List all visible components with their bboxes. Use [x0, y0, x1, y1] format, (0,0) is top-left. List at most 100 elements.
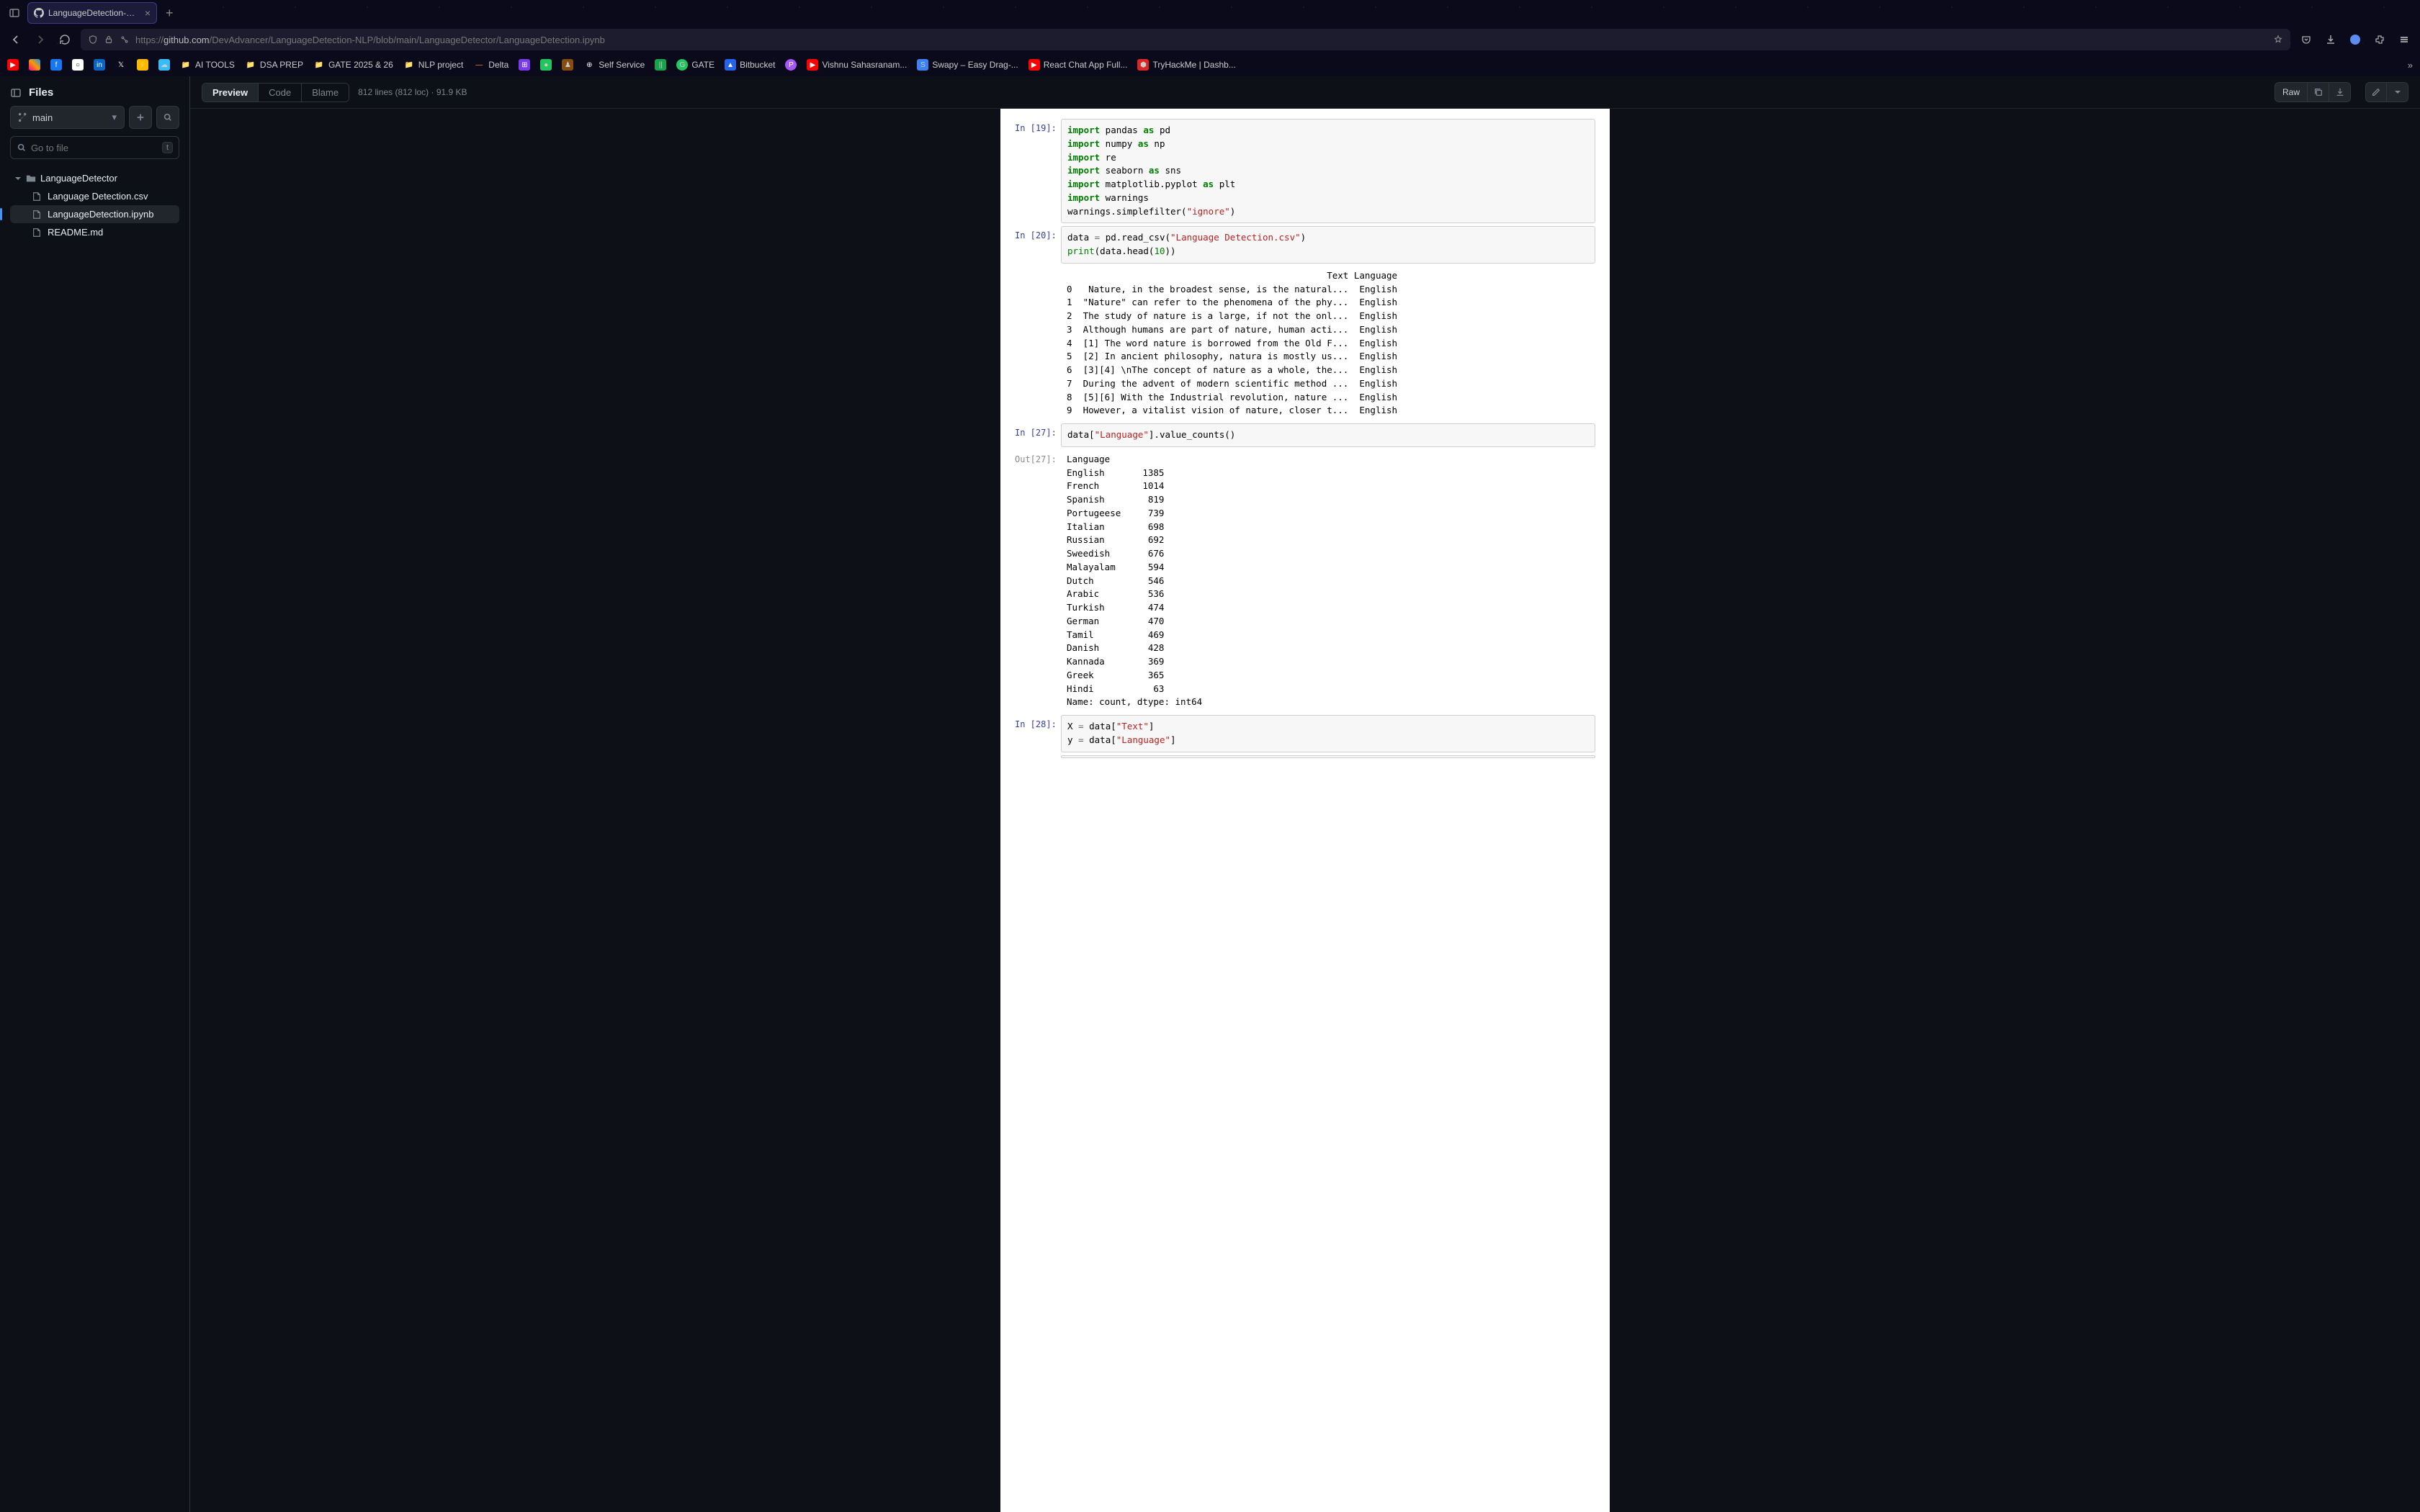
- more-actions-button[interactable]: [2387, 82, 2408, 102]
- account-icon[interactable]: [2347, 31, 2364, 48]
- file-name: README.md: [48, 227, 103, 238]
- bookmark-item[interactable]: ⊞: [519, 59, 530, 71]
- tree-file-active[interactable]: LanguageDetection.ipynb: [10, 205, 179, 223]
- forward-button[interactable]: [32, 31, 49, 48]
- bookmark-item[interactable]: P: [785, 59, 797, 71]
- bookmark-item[interactable]: ▲Bitbucket: [725, 59, 775, 71]
- tree-file[interactable]: README.md: [10, 223, 179, 241]
- new-tab-button[interactable]: +: [161, 6, 178, 21]
- bookmark-item[interactable]: ●: [540, 59, 552, 71]
- bookmark-folder[interactable]: 📁NLP project: [403, 59, 463, 71]
- raw-group: Raw: [2275, 82, 2351, 102]
- permissions-icon: [120, 35, 130, 45]
- page-content: Files main ▾ t LanguageDetector: [0, 76, 2420, 1512]
- files-sidebar: Files main ▾ t LanguageDetector: [0, 76, 190, 1512]
- file-view: Preview Code Blame 812 lines (812 loc) ·…: [190, 76, 2420, 1512]
- browser-tab-active[interactable]: LanguageDetection-NLP/Langu… ×: [27, 2, 157, 24]
- bookmark-item[interactable]: ○: [72, 59, 84, 71]
- view-toggle: Preview Code Blame: [202, 83, 349, 102]
- add-file-button[interactable]: [129, 106, 152, 129]
- file-icon: [32, 228, 42, 238]
- raw-button[interactable]: Raw: [2275, 82, 2308, 102]
- code-input: import pandas as pd import numpy as np i…: [1061, 119, 1595, 223]
- panel-icon[interactable]: [10, 87, 22, 99]
- bookmark-item[interactable]: [29, 59, 40, 71]
- menu-icon[interactable]: [2396, 31, 2413, 48]
- code-cell: In [19]: import pandas as pd import nump…: [1015, 119, 1595, 223]
- branch-icon: [18, 112, 28, 122]
- edit-button[interactable]: [2365, 82, 2387, 102]
- code-cell: In [28]: X = data["Text"] y = data["Lang…: [1015, 715, 1595, 752]
- tree-file[interactable]: Language Detection.csv: [10, 187, 179, 205]
- bookmark-item[interactable]: SSwapy – Easy Drag-...: [917, 59, 1018, 71]
- bookmark-folder[interactable]: 📁GATE 2025 & 26: [313, 59, 393, 71]
- file-tree: LanguageDetector Language Detection.csv …: [10, 169, 179, 241]
- file-search[interactable]: t: [10, 136, 179, 159]
- url-bar[interactable]: https://github.com/DevAdvancer/LanguageD…: [81, 29, 2290, 50]
- bookmark-item[interactable]: ⬢TryHackMe | Dashb...: [1137, 59, 1235, 71]
- output-cell: Out[27]: Language English 1385 French 10…: [1015, 450, 1595, 712]
- bookmark-item[interactable]: ▶Vishnu Sahasranam...: [807, 59, 907, 71]
- folder-name: LanguageDetector: [40, 173, 117, 184]
- bookmark-item[interactable]: ☁: [158, 59, 170, 71]
- bookmark-item[interactable]: ||: [655, 59, 666, 71]
- back-button[interactable]: [7, 31, 24, 48]
- search-button[interactable]: [156, 106, 179, 129]
- code-input: data = pd.read_csv("Language Detection.c…: [1061, 226, 1595, 264]
- code-input: X = data["Text"] y = data["Language"]: [1061, 715, 1595, 752]
- bookmarks-overflow-icon[interactable]: »: [2408, 60, 2413, 71]
- pocket-icon[interactable]: [2298, 31, 2315, 48]
- tab-code[interactable]: Code: [259, 84, 302, 102]
- output-cell: Text Language 0 Nature, in the broadest …: [1015, 266, 1595, 420]
- files-header-label: Files: [29, 86, 53, 99]
- chevron-down-icon: ▾: [112, 112, 117, 123]
- bookmark-item[interactable]: ⚡: [137, 59, 148, 71]
- bookmark-item[interactable]: —Delta: [473, 59, 508, 71]
- file-icon: [32, 192, 42, 202]
- shield-icon: [88, 35, 98, 45]
- code-output: Language English 1385 French 1014 Spanis…: [1061, 450, 1595, 712]
- file-stats: 812 lines (812 loc) · 91.9 KB: [358, 87, 467, 97]
- download-button[interactable]: [2329, 82, 2351, 102]
- output-prompt: [1015, 266, 1061, 420]
- branch-selector[interactable]: main ▾: [10, 106, 125, 129]
- file-icon: [32, 210, 42, 220]
- file-search-input[interactable]: [31, 143, 158, 153]
- file-name: LanguageDetection.ipynb: [48, 209, 153, 220]
- code-input: data["Language"].value_counts(): [1061, 423, 1595, 447]
- chevron-down-icon: [14, 175, 22, 182]
- folder-open-icon: [26, 174, 36, 184]
- extensions-icon[interactable]: [2371, 31, 2388, 48]
- bookmark-item[interactable]: in: [94, 59, 105, 71]
- bookmark-folder[interactable]: 📁AI TOOLS: [180, 59, 235, 71]
- bookmark-item[interactable]: ♟: [562, 59, 573, 71]
- input-prompt: In [19]:: [1015, 119, 1061, 223]
- code-output: Text Language 0 Nature, in the broadest …: [1061, 266, 1595, 420]
- bookmark-item[interactable]: ⊕Self Service: [583, 59, 645, 71]
- bookmark-item[interactable]: f: [50, 59, 62, 71]
- downloads-icon[interactable]: [2322, 31, 2339, 48]
- tab-title: LanguageDetection-NLP/Langu…: [48, 8, 140, 18]
- bookmark-item[interactable]: GGATE: [676, 59, 714, 71]
- tree-folder[interactable]: LanguageDetector: [10, 169, 179, 187]
- reload-button[interactable]: [56, 31, 73, 48]
- bookmark-item[interactable]: ▶React Chat App Full...: [1028, 59, 1128, 71]
- tab-blame[interactable]: Blame: [302, 84, 349, 102]
- navigation-bar: https://github.com/DevAdvancer/LanguageD…: [0, 26, 2420, 53]
- browser-sidebar-toggle[interactable]: [6, 4, 23, 22]
- notebook-wrapper[interactable]: In [19]: import pandas as pd import nump…: [190, 109, 2420, 1512]
- lock-icon: [104, 35, 114, 45]
- tab-preview[interactable]: Preview: [202, 84, 259, 102]
- copy-button[interactable]: [2308, 82, 2329, 102]
- bookmark-folder[interactable]: 📁DSA PREP: [245, 59, 303, 71]
- tab-bar: LanguageDetection-NLP/Langu… × +: [0, 0, 2420, 26]
- tab-close-icon[interactable]: ×: [145, 7, 151, 19]
- bookmark-item[interactable]: 𝕏: [115, 59, 127, 71]
- code-input: [1061, 755, 1595, 758]
- url-text: https://github.com/DevAdvancer/LanguageD…: [135, 35, 2267, 45]
- bookmark-item[interactable]: ▶: [7, 59, 19, 71]
- keyboard-shortcut: t: [162, 142, 173, 153]
- code-cell: In [27]: data["Language"].value_counts(): [1015, 423, 1595, 447]
- edit-group: [2365, 82, 2408, 102]
- bookmark-star-icon[interactable]: [2273, 35, 2283, 45]
